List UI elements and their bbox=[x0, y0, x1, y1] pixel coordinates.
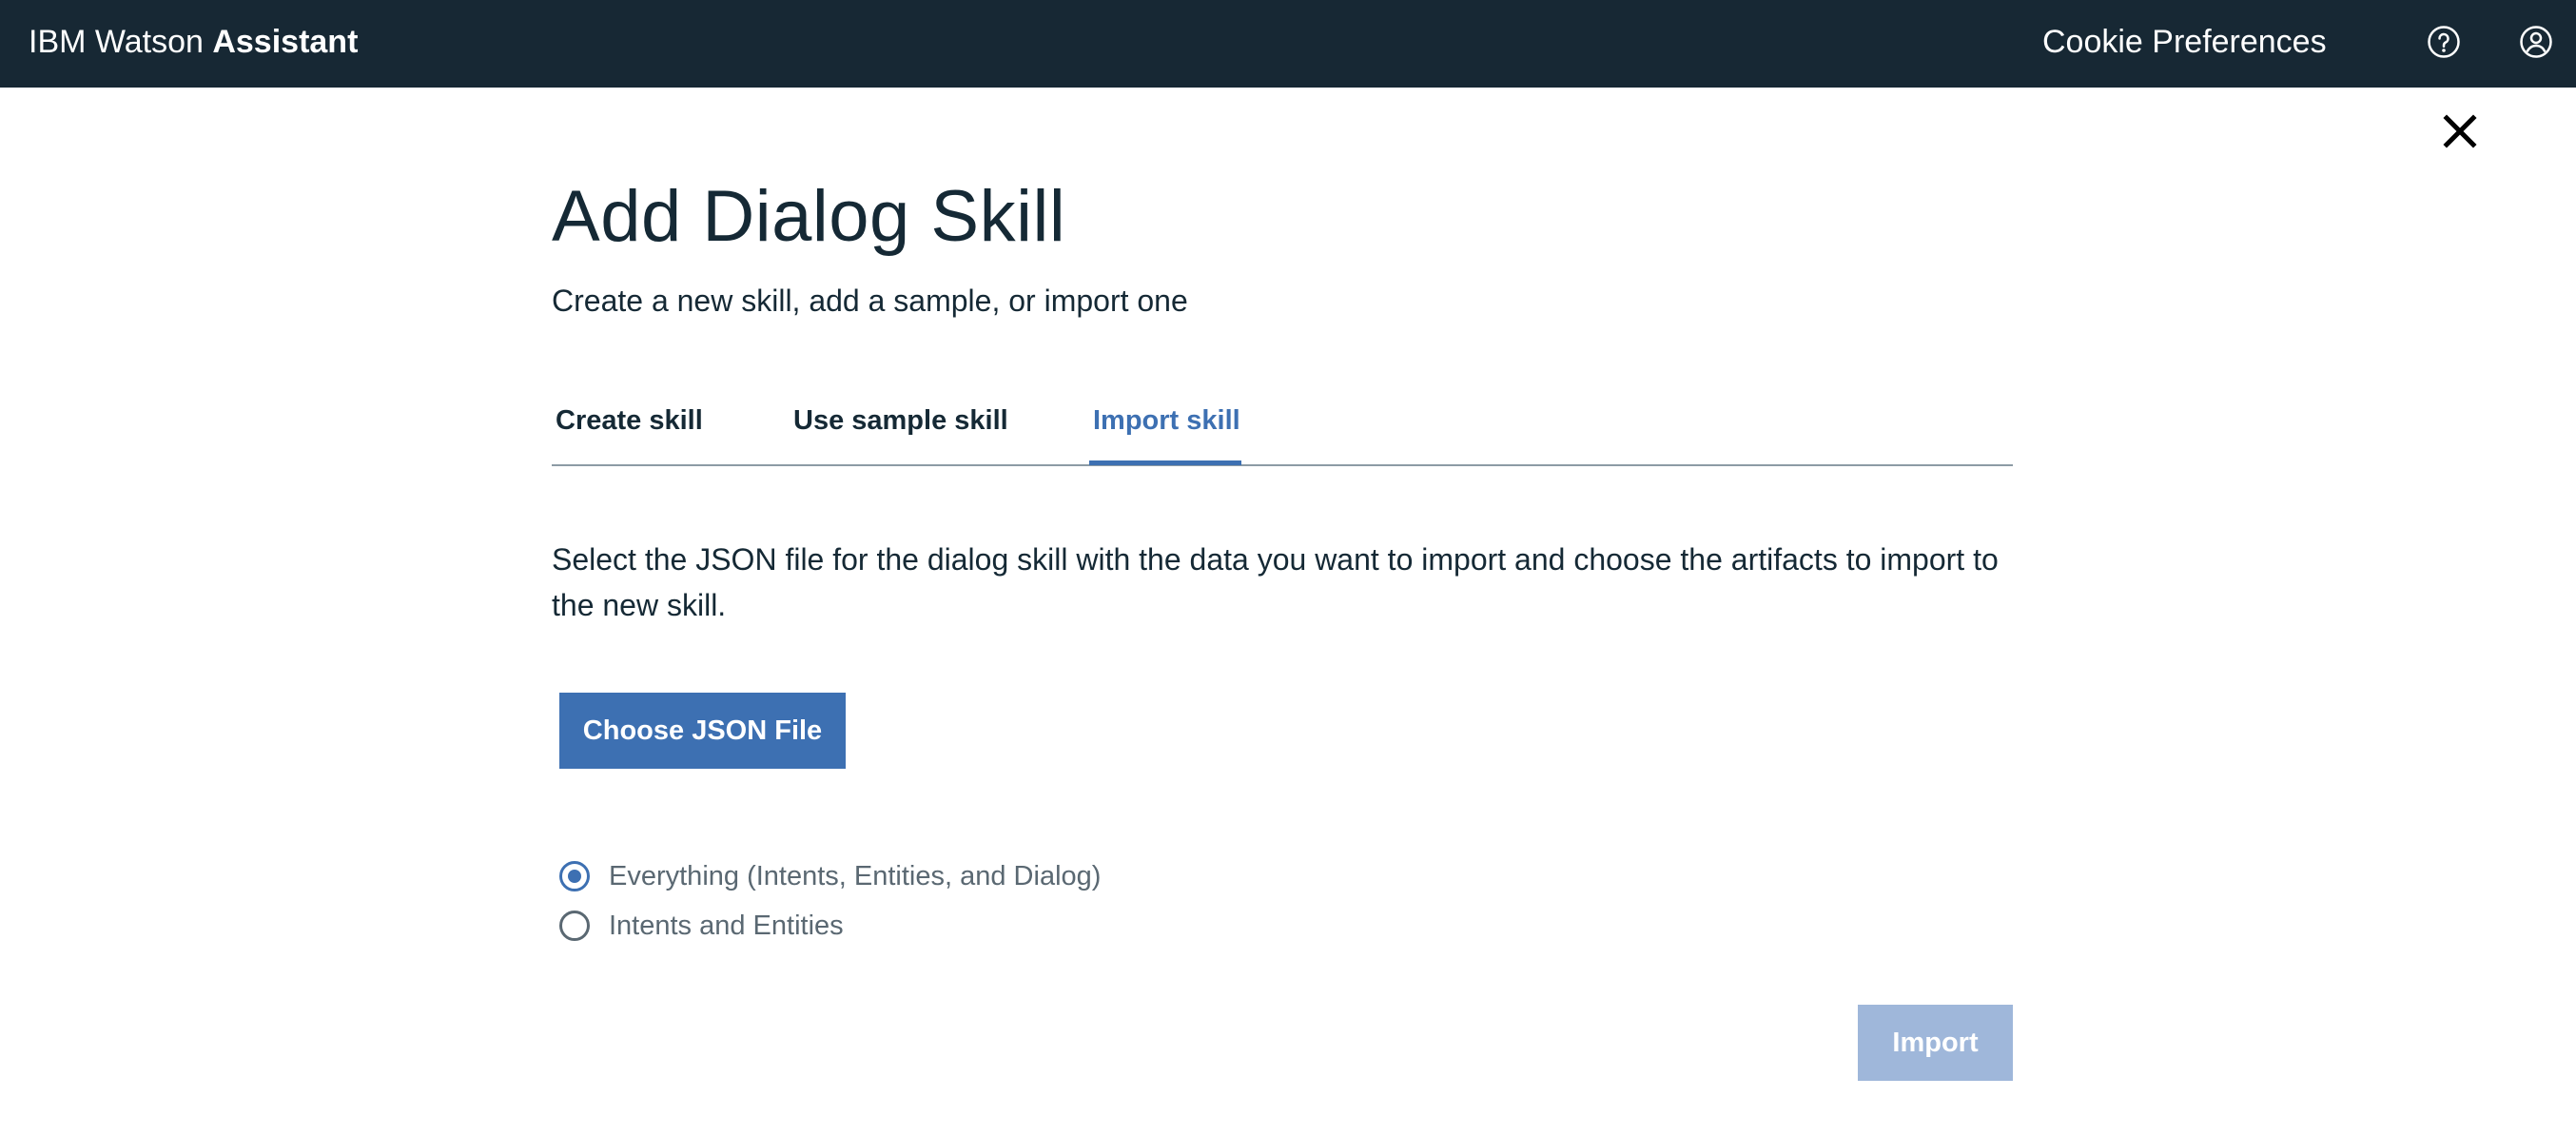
top-navigation-bar: IBM Watson Assistant Cookie Preferences bbox=[0, 0, 2576, 88]
radio-unselected-icon[interactable] bbox=[559, 911, 590, 941]
brand-name: IBM Watson bbox=[29, 24, 213, 60]
active-tab-indicator bbox=[1089, 460, 1241, 465]
radio-selected-icon[interactable] bbox=[559, 861, 590, 891]
page-subtitle: Create a new skill, add a sample, or imp… bbox=[552, 284, 1188, 318]
tab-create-skill[interactable]: Create skill bbox=[556, 402, 703, 440]
import-button[interactable]: Import bbox=[1858, 1005, 2013, 1081]
radio-option-everything[interactable]: Everything (Intents, Entities, and Dialo… bbox=[559, 857, 1101, 895]
radio-option-intents-entities[interactable]: Intents and Entities bbox=[559, 907, 844, 945]
import-description: Select the JSON file for the dialog skil… bbox=[552, 542, 1999, 622]
brand-name-bold: Assistant bbox=[212, 24, 359, 60]
tab-import-skill[interactable]: Import skill bbox=[1093, 402, 1240, 440]
radio-label-intents-entities: Intents and Entities bbox=[609, 911, 844, 941]
radio-label-everything: Everything (Intents, Entities, and Dialo… bbox=[609, 861, 1102, 891]
choose-json-file-button[interactable]: Choose JSON File bbox=[559, 693, 846, 769]
help-icon[interactable] bbox=[2427, 25, 2461, 59]
page-title: Add Dialog Skill bbox=[552, 176, 1066, 257]
cookie-preferences-link[interactable]: Cookie Preferences bbox=[2042, 21, 2327, 63]
product-logo[interactable]: IBM Watson Assistant bbox=[29, 21, 358, 63]
user-profile-icon[interactable] bbox=[2519, 25, 2553, 59]
skill-tabs: Create skill Use sample skill Import ski… bbox=[552, 390, 2013, 466]
tab-use-sample-skill[interactable]: Use sample skill bbox=[793, 402, 1008, 440]
close-icon[interactable] bbox=[2441, 112, 2479, 150]
